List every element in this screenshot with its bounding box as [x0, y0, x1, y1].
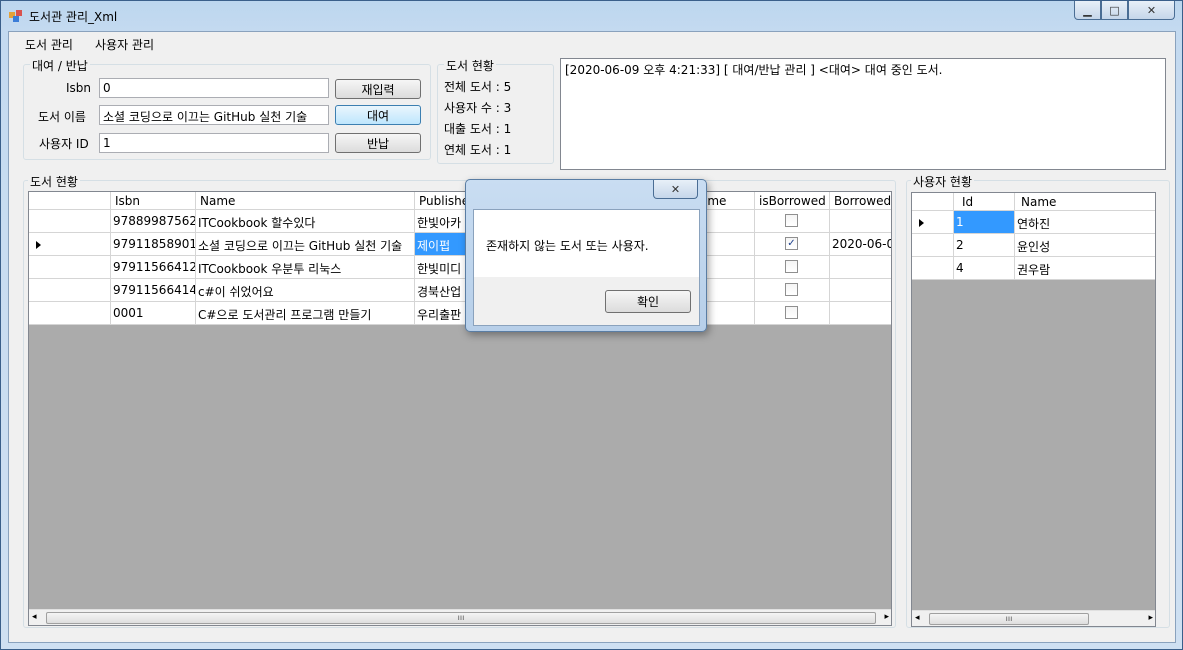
cell-name[interactable]: c#이 쉬었어요 — [196, 279, 415, 302]
app-icon — [9, 10, 22, 22]
cell-publisher-selected[interactable]: 제이펍 — [415, 233, 470, 256]
cell-user-id[interactable]: 2 — [954, 234, 1015, 257]
cell-user-name[interactable]: 연하진 — [1015, 211, 1155, 234]
cell-isborrowed[interactable] — [755, 210, 830, 233]
checkbox-unchecked[interactable] — [785, 306, 798, 319]
user-id-label: 사용자 ID — [39, 137, 89, 151]
menu-bar: 도서 관리 사용자 관리 — [9, 32, 1175, 54]
return-button[interactable]: 반납 — [335, 133, 421, 153]
cell-name[interactable]: ITCookbook 우분투 리눅스 — [196, 256, 415, 279]
user-row-header-current[interactable] — [912, 211, 954, 234]
checkbox-unchecked[interactable] — [785, 260, 798, 273]
message-dialog: ✕ 존재하지 않는 도서 또는 사용자. 확인 — [465, 179, 707, 332]
scroll-thumb[interactable]: ııı — [46, 612, 876, 624]
row-header[interactable] — [29, 302, 111, 325]
scroll-left-icon[interactable]: ◂ — [915, 613, 920, 623]
cell-user-id[interactable]: 4 — [954, 257, 1015, 280]
user-id-input[interactable]: 1 — [99, 133, 329, 153]
title-bar: 도서관 관리_Xml ▁ □ ✕ — [1, 1, 1182, 31]
row-header-current[interactable] — [29, 233, 111, 256]
book-grid[interactable]: Isbn Name Publishe ame isBorrowed Borrow… — [28, 191, 892, 626]
close-icon: ✕ — [1146, 3, 1157, 17]
book-grid-corner — [29, 192, 111, 210]
maximize-icon: □ — [1109, 3, 1120, 17]
cell-user-id-selected[interactable]: 1 — [954, 211, 1015, 234]
checkbox-checked[interactable]: ✓ — [785, 237, 798, 250]
row-header[interactable] — [29, 210, 111, 233]
isbn-label: Isbn — [66, 81, 92, 95]
col-header-isborrowed[interactable]: isBorrowed — [755, 192, 830, 210]
reenter-button[interactable]: 재입력 — [335, 79, 421, 99]
dialog-ok-button[interactable]: 확인 — [605, 290, 691, 313]
cell-isborrowed[interactable] — [755, 279, 830, 302]
main-window: 도서관 관리_Xml ▁ □ ✕ 도서 관리 사용자 관리 대여 / 반납 Is… — [0, 0, 1183, 650]
dialog-close-button[interactable]: ✕ — [653, 180, 698, 199]
scroll-thumb[interactable]: ııı — [929, 613, 1089, 625]
dialog-message: 존재하지 않는 도서 또는 사용자. — [486, 239, 649, 253]
client-area: 도서 관리 사용자 관리 대여 / 반납 Isbn 0 도서 이름 소셜 코딩으… — [8, 31, 1176, 643]
minimize-icon: ▁ — [1083, 3, 1092, 17]
checkbox-unchecked[interactable] — [785, 214, 798, 227]
book-name-label: 도서 이름 — [38, 110, 86, 124]
cell-user-name[interactable]: 권우람 — [1015, 257, 1155, 280]
rental-group-title: 대여 / 반납 — [30, 57, 90, 74]
user-count-text: 사용자 수 : 3 — [444, 101, 512, 115]
book-grid-title: 도서 현황 — [28, 173, 80, 190]
cell-isbn[interactable]: 9791185890104 — [111, 233, 196, 256]
dialog-body: 존재하지 않는 도서 또는 사용자. 확인 — [473, 209, 700, 326]
cell-isbn[interactable]: 0001 — [111, 302, 196, 325]
cell-isbn[interactable]: 9791156641209 — [111, 256, 196, 279]
current-row-arrow-icon — [919, 219, 924, 227]
col-header-name[interactable]: Name — [196, 192, 415, 210]
cell-name[interactable]: 소셜 코딩으로 이끄는 GitHub 실천 기술 — [196, 233, 415, 256]
window-title: 도서관 관리_Xml — [29, 10, 118, 24]
cell-borrowed-date[interactable] — [830, 210, 891, 233]
dialog-message-area: 존재하지 않는 도서 또는 사용자. — [474, 210, 699, 277]
cell-borrowed-date[interactable]: 2020-06-09 — [830, 233, 891, 256]
user-grid-hscrollbar[interactable]: ◂ ııı ▸ — [912, 610, 1155, 626]
scroll-left-icon[interactable]: ◂ — [32, 612, 37, 622]
current-row-arrow-icon — [36, 241, 41, 249]
book-name-input[interactable]: 소셜 코딩으로 이끄는 GitHub 실천 기술 — [99, 105, 329, 125]
total-books-text: 전체 도서 : 5 — [444, 80, 512, 94]
cell-isborrowed[interactable] — [755, 256, 830, 279]
book-grid-hscrollbar[interactable]: ◂ ııı ▸ — [29, 609, 891, 625]
isbn-input[interactable]: 0 — [99, 78, 329, 98]
row-header[interactable] — [29, 279, 111, 302]
cell-borrowed-date[interactable] — [830, 256, 891, 279]
user-grid-title: 사용자 현황 — [911, 173, 975, 190]
cell-isbn[interactable]: 9791156641453 — [111, 279, 196, 302]
log-textbox[interactable]: [2020-06-09 오후 4:21:33] [ 대여/반납 관리 ] <대여… — [560, 58, 1166, 170]
cell-name[interactable]: ITCookbook 할수있다 — [196, 210, 415, 233]
cell-isborrowed[interactable] — [755, 302, 830, 325]
col-header-isbn[interactable]: Isbn — [111, 192, 196, 210]
cell-borrowed-date[interactable] — [830, 279, 891, 302]
rent-button[interactable]: 대여 — [335, 105, 421, 125]
cell-name[interactable]: C#으로 도서관리 프로그램 만들기 — [196, 302, 415, 325]
user-row-header[interactable] — [912, 234, 954, 257]
col-header-borrowed[interactable]: Borrowed — [830, 192, 891, 210]
menu-book-management[interactable]: 도서 관리 — [25, 36, 73, 53]
checkbox-unchecked[interactable] — [785, 283, 798, 296]
scroll-right-icon[interactable]: ▸ — [884, 612, 889, 622]
close-button[interactable]: ✕ — [1128, 1, 1175, 20]
cell-user-name[interactable]: 윤인성 — [1015, 234, 1155, 257]
cell-isbn[interactable]: 9788998756277 — [111, 210, 196, 233]
cell-isborrowed[interactable]: ✓ — [755, 233, 830, 256]
status-group-title: 도서 현황 — [444, 57, 496, 74]
row-header[interactable] — [29, 256, 111, 279]
minimize-button[interactable]: ▁ — [1074, 1, 1101, 20]
close-icon: ✕ — [670, 182, 681, 196]
menu-user-management[interactable]: 사용자 관리 — [95, 36, 154, 53]
col-header-id[interactable]: Id — [954, 193, 1015, 211]
user-grid[interactable]: Id Name 1 연하진 2 윤인성 4 권우람 ◂ ııı ▸ — [911, 192, 1156, 627]
borrowed-count-text: 대출 도서 : 1 — [444, 122, 512, 136]
overdue-count-text: 연체 도서 : 1 — [444, 143, 512, 157]
user-grid-corner — [912, 193, 954, 211]
scroll-right-icon[interactable]: ▸ — [1148, 613, 1153, 623]
maximize-button[interactable]: □ — [1101, 1, 1128, 20]
cell-borrowed-date[interactable] — [830, 302, 891, 325]
user-row-header[interactable] — [912, 257, 954, 280]
col-header-username[interactable]: Name — [1015, 193, 1155, 211]
